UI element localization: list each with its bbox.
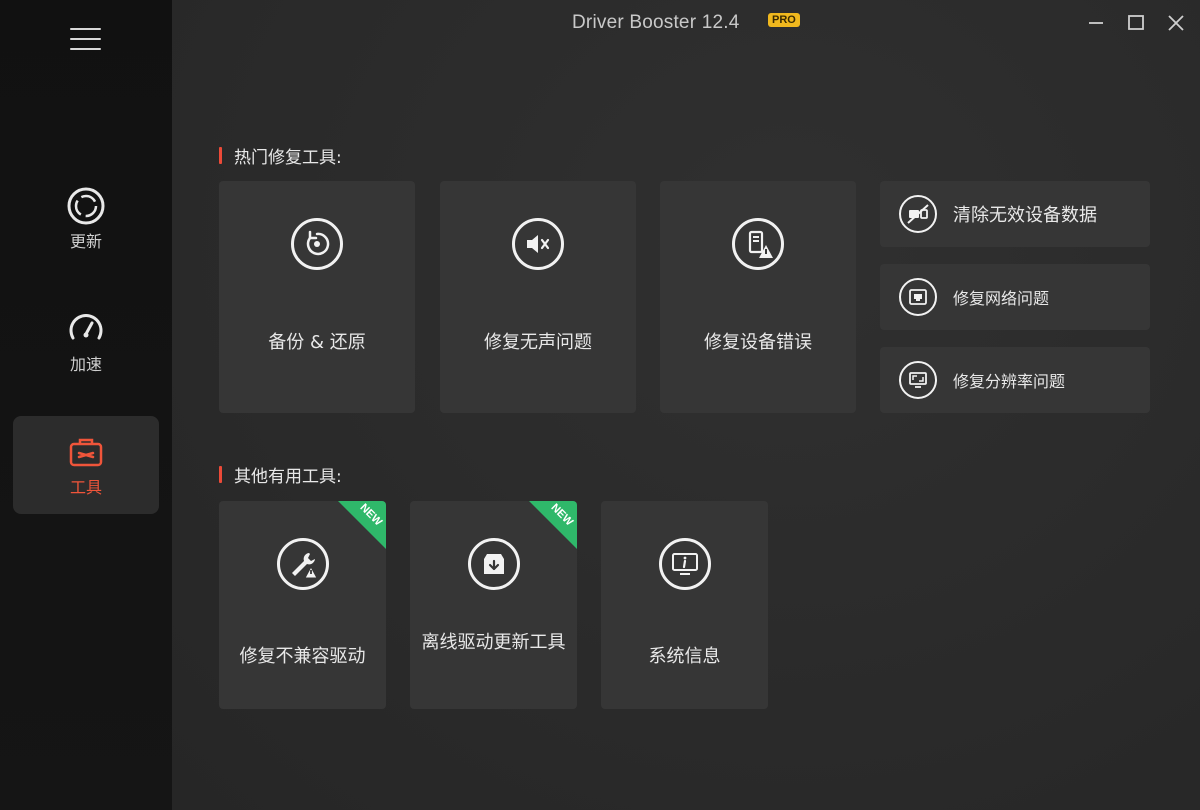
card-label: 备份 & 还原 bbox=[268, 332, 366, 353]
card-label: 修复网络问题 bbox=[953, 289, 1050, 308]
title-bar: Driver Booster 12.4 PRO bbox=[172, 0, 1200, 46]
sidebar-item-speedup[interactable]: 加速 bbox=[13, 293, 159, 391]
fix-incompatible-driver-card[interactable]: NEW 修复不兼容驱动 bbox=[219, 501, 386, 709]
card-label: 清除无效设备数据 bbox=[953, 205, 1097, 226]
sidebar: 更新 加速 工具 bbox=[0, 0, 172, 810]
section-title: 热门修复工具: bbox=[234, 148, 342, 168]
section-accent-bar bbox=[219, 466, 222, 483]
offline-download-icon bbox=[467, 538, 520, 590]
new-badge: NEW bbox=[529, 501, 577, 549]
section-accent-bar bbox=[219, 147, 222, 164]
backup-restore-icon bbox=[291, 218, 343, 270]
card-label: 系统信息 bbox=[648, 646, 721, 667]
wrench-warning-icon bbox=[276, 538, 329, 590]
sidebar-item-label: 加速 bbox=[69, 355, 102, 374]
sidebar-item-label: 更新 bbox=[69, 232, 102, 251]
maximize-button[interactable] bbox=[1123, 10, 1149, 36]
card-label: 修复不兼容驱动 bbox=[239, 646, 366, 667]
card-label: 离线驱动更新工具 bbox=[421, 632, 566, 653]
card-label: 修复无声问题 bbox=[484, 332, 592, 353]
card-label: 修复设备错误 bbox=[704, 332, 812, 353]
app-title: Driver Booster 12.4 bbox=[572, 12, 740, 33]
system-info-icon bbox=[658, 538, 711, 590]
fix-resolution-card[interactable]: 修复分辨率问题 bbox=[880, 347, 1150, 413]
speedometer-icon bbox=[66, 309, 106, 349]
close-button[interactable] bbox=[1163, 10, 1189, 36]
maximize-icon bbox=[1128, 15, 1144, 30]
pro-badge: PRO bbox=[768, 13, 800, 27]
fix-no-sound-card[interactable]: 修复无声问题 bbox=[440, 181, 636, 413]
hot-tools-heading: 热门修复工具: bbox=[219, 143, 342, 168]
backup-restore-card[interactable]: 备份 & 还原 bbox=[219, 181, 415, 413]
update-icon bbox=[66, 186, 106, 226]
other-tools-heading: 其他有用工具: bbox=[219, 462, 342, 487]
sidebar-item-update[interactable]: 更新 bbox=[13, 170, 159, 268]
sidebar-item-tools[interactable]: 工具 bbox=[13, 416, 159, 514]
section-title: 其他有用工具: bbox=[234, 467, 342, 487]
toolbox-icon bbox=[66, 432, 106, 472]
card-label: 修复分辨率问题 bbox=[953, 372, 1066, 391]
fix-network-card[interactable]: 修复网络问题 bbox=[880, 264, 1150, 330]
offline-driver-update-card[interactable]: NEW 离线驱动更新工具 bbox=[410, 501, 577, 709]
menu-icon[interactable] bbox=[70, 28, 101, 50]
close-icon bbox=[1168, 15, 1184, 31]
mute-speaker-icon bbox=[512, 218, 564, 270]
main-panel: Driver Booster 12.4 PRO 热门修复工具: 备份 & 还原 bbox=[172, 0, 1200, 810]
disconnected-device-icon bbox=[899, 195, 937, 233]
screen-resolution-icon bbox=[899, 361, 937, 399]
network-port-icon bbox=[899, 278, 937, 316]
system-info-card[interactable]: 系统信息 bbox=[601, 501, 768, 709]
clean-invalid-device-data-card[interactable]: 清除无效设备数据 bbox=[880, 181, 1150, 247]
minimize-button[interactable] bbox=[1083, 10, 1109, 36]
new-badge: NEW bbox=[338, 501, 386, 549]
fix-device-error-card[interactable]: 修复设备错误 bbox=[660, 181, 856, 413]
sidebar-item-label: 工具 bbox=[69, 478, 102, 497]
minimize-icon bbox=[1089, 22, 1103, 24]
device-error-icon bbox=[732, 218, 784, 270]
